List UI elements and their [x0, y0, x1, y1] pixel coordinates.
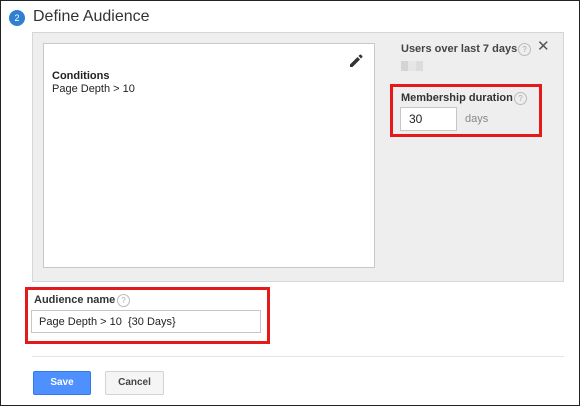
help-icon[interactable]: ? — [117, 294, 130, 307]
conditions-summary: Page Depth > 10 — [52, 83, 135, 95]
audience-name-input[interactable] — [31, 310, 261, 333]
users-estimate-label: Users over last 7 days — [401, 43, 518, 55]
help-icon[interactable]: ? — [518, 43, 531, 56]
help-icon[interactable]: ? — [514, 92, 527, 105]
audience-name-label: Audience name — [34, 294, 116, 306]
pencil-icon[interactable] — [348, 53, 364, 69]
save-button[interactable]: Save — [33, 371, 91, 395]
membership-duration-label: Membership duration — [401, 92, 513, 104]
users-estimate-placeholder — [401, 61, 423, 71]
close-icon[interactable]: ✕ — [537, 39, 550, 55]
step-number-badge: 2 — [9, 10, 25, 26]
section-title: Define Audience — [33, 8, 150, 25]
cancel-button[interactable]: Cancel — [105, 371, 164, 395]
membership-duration-unit: days — [465, 113, 489, 125]
conditions-heading: Conditions — [52, 70, 110, 82]
membership-duration-input[interactable] — [400, 107, 457, 131]
divider — [32, 356, 564, 357]
